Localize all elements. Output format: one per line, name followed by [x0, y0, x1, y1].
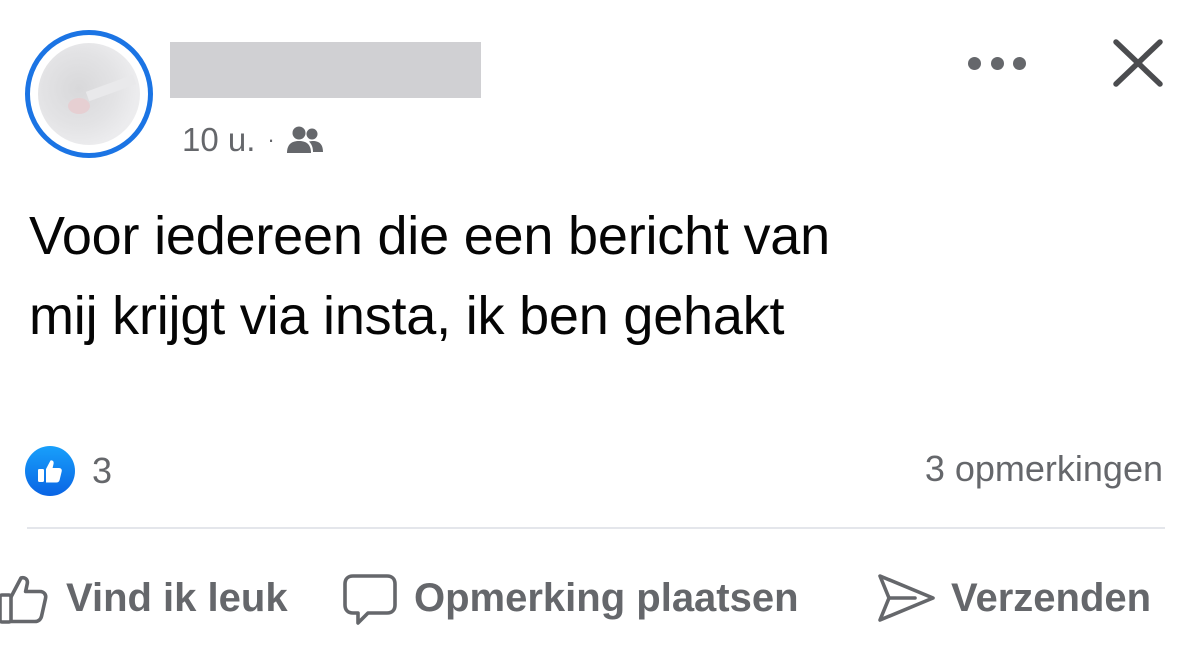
like-button[interactable]: Vind ik leuk [0, 560, 288, 636]
post-meta: 10 u. · [182, 118, 325, 162]
comment-icon [340, 568, 400, 628]
comment-button[interactable]: Opmerking plaatsen [340, 560, 799, 636]
like-button-label: Vind ik leuk [66, 575, 288, 620]
like-reaction-icon [25, 446, 75, 496]
more-options-icon[interactable] [968, 50, 1026, 76]
timestamp[interactable]: 10 u. [182, 121, 255, 159]
thumbs-up-icon [0, 570, 52, 626]
post-text-line: mij krijgt via insta, ik ben gehakt [29, 286, 785, 346]
post-text-line: Voor iedereen die een bericht van [29, 206, 830, 266]
avatar-image [38, 43, 140, 145]
comments-count[interactable]: 3 opmerkingen [925, 448, 1163, 490]
author-name-redacted[interactable] [170, 42, 481, 98]
post-text: Voor iedereen die een bericht van mij kr… [29, 196, 1169, 356]
share-button[interactable]: Verzenden [875, 560, 1151, 636]
meta-separator: · [267, 127, 275, 152]
avatar[interactable] [25, 30, 153, 158]
send-icon [875, 570, 937, 626]
comment-button-label: Opmerking plaatsen [414, 575, 799, 620]
reaction-count: 3 [92, 450, 113, 491]
action-bar: Vind ik leuk Opmerking plaatsen Verzende… [0, 560, 1200, 636]
reactions-summary[interactable]: 3 [25, 446, 112, 496]
friends-icon [285, 125, 325, 155]
close-icon[interactable] [1108, 36, 1166, 90]
divider [27, 527, 1165, 529]
share-button-label: Verzenden [951, 575, 1152, 620]
post-card: 10 u. · Voor iedereen die een bericht va… [0, 0, 1200, 648]
